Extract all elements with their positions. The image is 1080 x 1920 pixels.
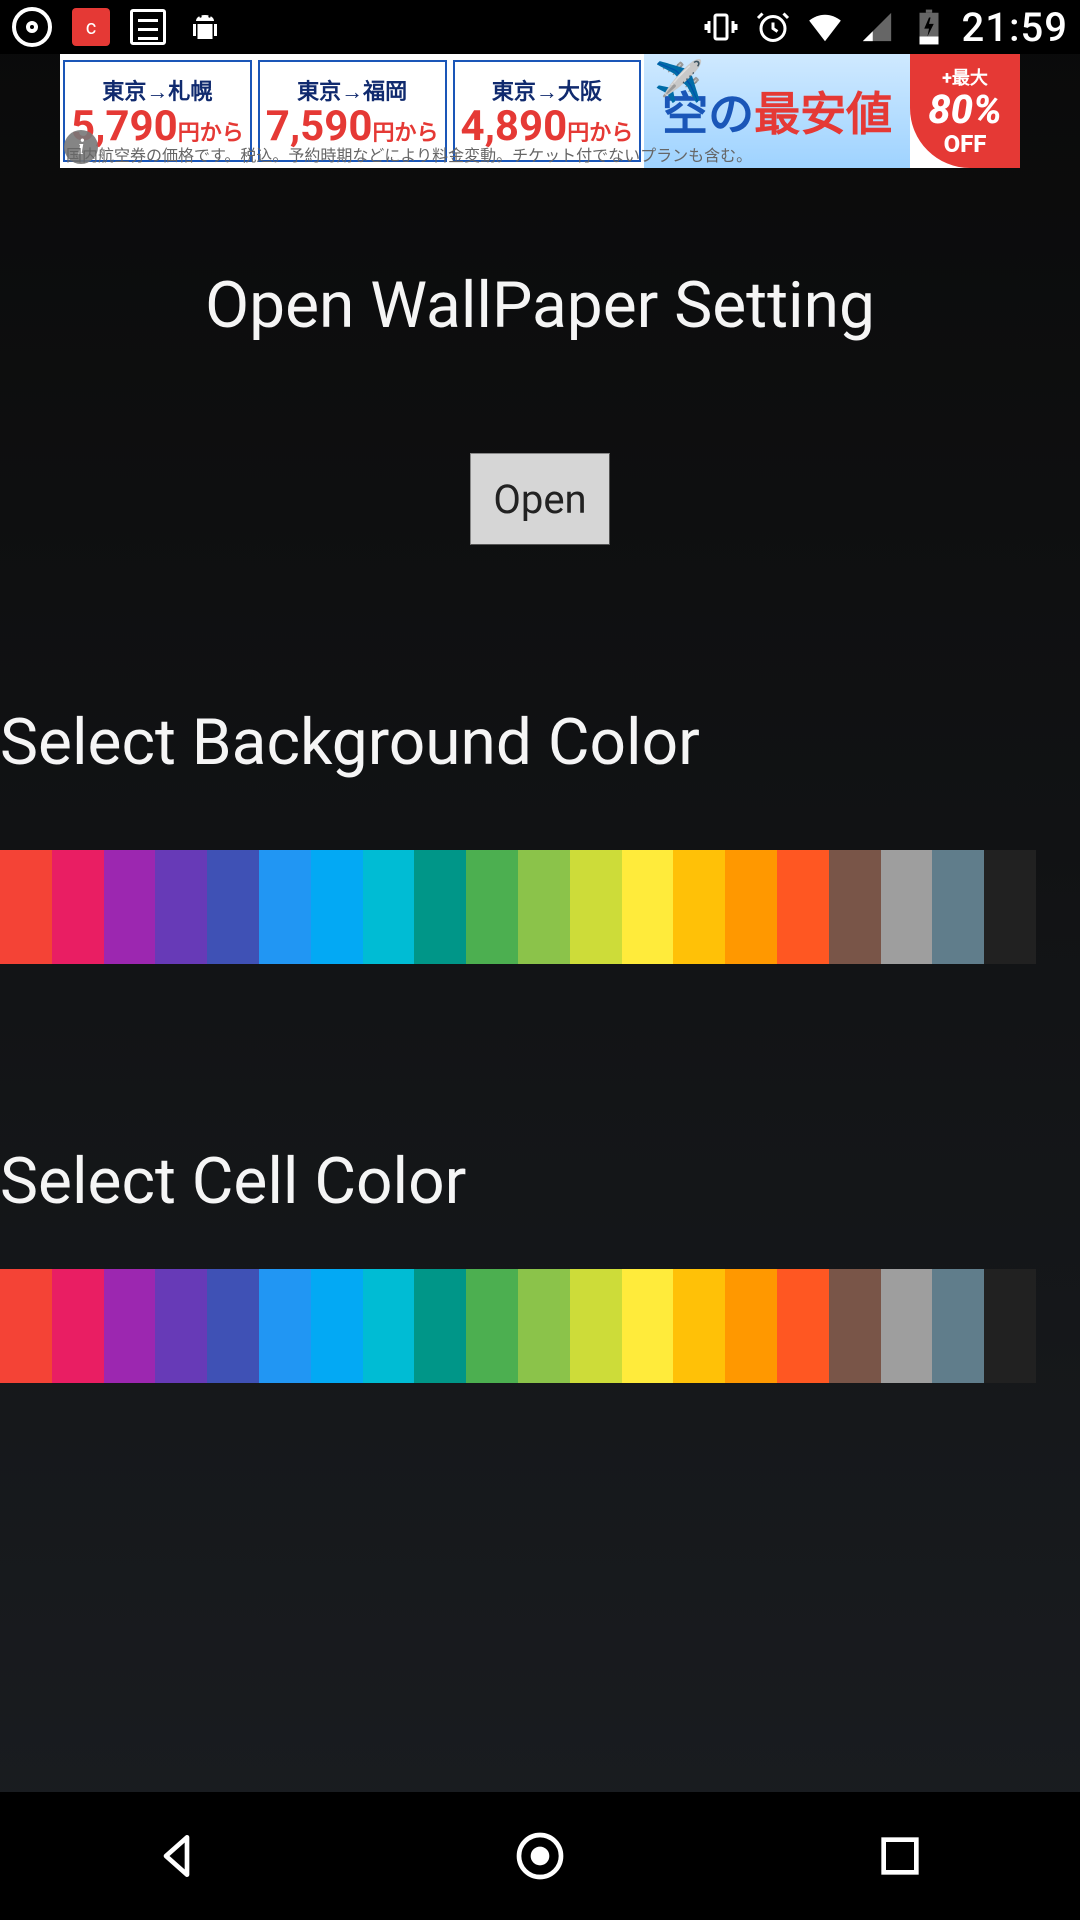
color-swatch[interactable] (363, 850, 415, 964)
color-swatch[interactable] (570, 850, 622, 964)
color-swatch[interactable] (570, 1269, 622, 1383)
status-bar-right: 21:59 (702, 4, 1068, 51)
color-swatch[interactable] (622, 1269, 674, 1383)
ad-mid-text-red: 最安値 (754, 78, 892, 144)
ad-banner[interactable]: i 東京→札幌 5,790円から 東京→福岡 7,590円から 東京→大阪 4,… (60, 54, 1020, 168)
color-swatch[interactable] (932, 1269, 984, 1383)
color-swatch[interactable] (414, 850, 466, 964)
color-swatch[interactable] (466, 1269, 518, 1383)
battery-charging-low-icon (910, 8, 948, 46)
nav-back-button[interactable] (80, 1828, 280, 1884)
cell-color-label: Select Cell Color (0, 1144, 1080, 1219)
ad-off-label: OFF (944, 130, 987, 158)
color-swatch[interactable] (414, 1269, 466, 1383)
status-bar: c 21:59 (0, 0, 1080, 54)
color-swatch[interactable] (52, 850, 104, 964)
color-swatch[interactable] (363, 1269, 415, 1383)
recent-apps-icon (872, 1828, 928, 1884)
back-icon (152, 1828, 208, 1884)
color-swatch[interactable] (777, 850, 829, 964)
open-button[interactable]: Open (470, 453, 610, 545)
document-icon (130, 9, 166, 45)
background-color-palette[interactable] (0, 850, 1036, 964)
color-swatch[interactable] (881, 850, 933, 964)
color-swatch[interactable] (622, 850, 674, 964)
wifi-full-icon (806, 8, 844, 46)
nav-recent-button[interactable] (800, 1828, 1000, 1884)
ad-footnote: 国内航空券の価格です。税込。予約時期などにより料金変動。チケット付でないプランも… (66, 142, 900, 166)
color-swatch[interactable] (52, 1269, 104, 1383)
color-swatch[interactable] (155, 850, 207, 964)
background-color-label: Select Background Color (0, 705, 1080, 780)
color-swatch[interactable] (725, 1269, 777, 1383)
color-swatch[interactable] (829, 1269, 881, 1383)
color-swatch[interactable] (207, 850, 259, 964)
color-swatch[interactable] (259, 850, 311, 964)
color-swatch[interactable] (466, 850, 518, 964)
color-swatch[interactable] (311, 850, 363, 964)
color-swatch[interactable] (518, 1269, 570, 1383)
color-swatch[interactable] (207, 1269, 259, 1383)
home-icon (512, 1828, 568, 1884)
color-swatch[interactable] (104, 1269, 156, 1383)
color-swatch[interactable] (0, 850, 52, 964)
airplane-icon: ✈️ (654, 58, 704, 105)
color-swatch[interactable] (984, 850, 1036, 964)
color-swatch[interactable] (0, 1269, 52, 1383)
ad-off-pct: 80% (928, 90, 1001, 130)
color-swatch[interactable] (259, 1269, 311, 1383)
page-title: Open WallPaper Setting (0, 268, 1080, 343)
navigation-bar (0, 1792, 1080, 1920)
color-swatch[interactable] (673, 1269, 725, 1383)
status-bar-left: c (12, 7, 224, 47)
color-swatch[interactable] (829, 850, 881, 964)
nav-home-button[interactable] (440, 1828, 640, 1884)
color-swatch[interactable] (104, 850, 156, 964)
color-swatch[interactable] (984, 1269, 1036, 1383)
cell-color-palette[interactable] (0, 1269, 1036, 1383)
target-ring-icon (12, 7, 52, 47)
color-swatch[interactable] (932, 850, 984, 964)
alarm-icon (754, 8, 792, 46)
color-swatch[interactable] (725, 850, 777, 964)
color-swatch[interactable] (155, 1269, 207, 1383)
color-swatch[interactable] (777, 1269, 829, 1383)
cell-signal-weak-icon (858, 8, 896, 46)
color-swatch[interactable] (311, 1269, 363, 1383)
android-icon (186, 8, 224, 46)
color-swatch[interactable] (518, 850, 570, 964)
color-swatch[interactable] (881, 1269, 933, 1383)
comic-app-icon: c (72, 8, 110, 46)
vibrate-icon (702, 8, 740, 46)
ad-discount-badge: +最大 80% OFF (910, 54, 1020, 168)
status-bar-clock: 21:59 (962, 4, 1068, 51)
color-swatch[interactable] (673, 850, 725, 964)
